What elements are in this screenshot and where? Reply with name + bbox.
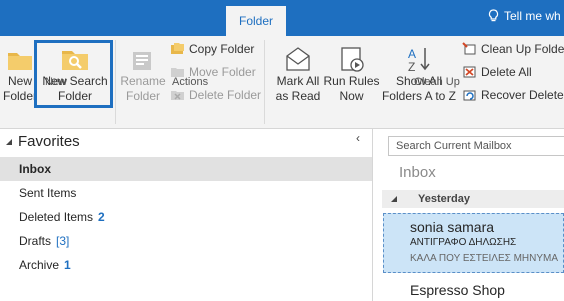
svg-text:A: A: [408, 47, 416, 61]
run-rules-label-1: Run Rules: [323, 74, 380, 88]
collapse-pane-icon[interactable]: ‹: [356, 131, 360, 145]
rename-folder-label-2: Folder: [125, 89, 160, 103]
envelope-open-icon: [286, 47, 310, 71]
copy-folder-button[interactable]: Copy Folder: [170, 42, 254, 56]
message-subject: ΑΝΤΙΓΡΑΦΟ ΔΗΛΩΣΗΣ: [410, 237, 517, 248]
copy-folder-label: Copy Folder: [189, 42, 255, 56]
folder-item-inbox[interactable]: Inbox: [0, 157, 372, 181]
folder-item-sent-items[interactable]: Sent Items: [0, 181, 372, 205]
highlight-box: [34, 40, 113, 108]
copy-folder-icon: [171, 43, 184, 54]
show-all-folders-a-to-z-button[interactable]: AZ Show All Folders A to Z: [380, 44, 458, 104]
date-group-label: Yesterday: [418, 193, 470, 205]
message-preview: ΚΑΛΑ ΠΟΥ ΕΣΤΕΙΛΕΣ ΜΗΝΥΜΑ: [410, 253, 559, 264]
folder-item-deleted-items[interactable]: Deleted Items 2: [0, 205, 372, 229]
run-rules-icon: [340, 47, 364, 72]
new-folder-button[interactable]: New Folder: [3, 44, 37, 104]
clean-up-folder-label: Clean Up Folder: [481, 42, 564, 56]
folder-label: Deleted Items: [19, 210, 94, 224]
message-sender[interactable]: Espresso Shop: [410, 282, 505, 298]
delete-all-button[interactable]: Delete All: [462, 65, 532, 79]
delete-folder-label: Delete Folder: [189, 88, 262, 102]
pane-divider[interactable]: [372, 129, 373, 301]
collapse-triangle-icon: [6, 138, 12, 145]
clean-up-icon: [462, 42, 476, 55]
delete-folder-button[interactable]: Delete Folder: [170, 88, 261, 102]
date-group-header[interactable]: Yesterday: [382, 190, 564, 208]
mark-all-as-read-button[interactable]: Mark All as Read: [273, 44, 323, 104]
group-separator: [115, 40, 116, 124]
folder-item-archive[interactable]: Archive 1: [0, 253, 372, 277]
group-label-actions: Actions: [172, 76, 209, 88]
tell-me-box[interactable]: Tell me wh: [488, 9, 561, 23]
delete-all-label: Delete All: [481, 65, 532, 79]
favorites-header[interactable]: Favorites: [4, 133, 80, 150]
mark-all-label-2: as Read: [275, 89, 321, 103]
rename-folder-button[interactable]: Rename Folder: [119, 44, 167, 104]
folder-label: Sent Items: [19, 186, 77, 200]
new-folder-label-1: New: [7, 74, 32, 88]
recover-icon: [463, 90, 476, 101]
draft-count: [3]: [56, 234, 70, 248]
folder-label: Inbox: [19, 162, 51, 176]
recover-deleted-button[interactable]: Recover Deleted: [462, 88, 564, 102]
rename-folder-icon: [133, 52, 151, 70]
tell-me-text: Tell me wh: [504, 9, 561, 23]
favorites-label: Favorites: [18, 133, 80, 150]
group-collapse-icon: [391, 196, 397, 202]
group-label-cleanup: Clean Up: [414, 76, 460, 88]
recover-deleted-label: Recover Deleted: [481, 88, 564, 102]
unread-count: 2: [98, 210, 105, 224]
folder-item-drafts[interactable]: Drafts [3]: [0, 229, 372, 253]
clean-up-folder-button[interactable]: Clean Up Folder: [462, 42, 564, 56]
new-folder-label-2: Folder: [3, 89, 38, 103]
message-sender: sonia samara: [410, 219, 495, 235]
mark-all-label-1: Mark All: [276, 74, 320, 88]
unread-count: 1: [64, 258, 71, 272]
show-all-label-2: Folders A to Z: [381, 89, 457, 103]
lightbulb-icon: [488, 9, 499, 22]
run-rules-now-button[interactable]: Run Rules Now: [323, 44, 380, 104]
tab-folder[interactable]: Folder: [226, 6, 286, 36]
svg-text:Z: Z: [408, 60, 415, 74]
group-separator: [264, 40, 265, 124]
message-list-title: Inbox: [399, 164, 436, 181]
run-rules-label-2: Now: [339, 89, 364, 103]
delete-folder-icon: [171, 91, 184, 100]
folder-label: Archive: [19, 258, 60, 272]
group-label-new: New: [45, 76, 68, 88]
sort-az-icon: AZ: [408, 47, 430, 74]
rename-folder-label-1: Rename: [120, 74, 166, 88]
folder-label: Drafts: [19, 234, 52, 248]
search-input[interactable]: Search Current Mailbox: [388, 136, 564, 156]
delete-all-icon: [463, 66, 476, 78]
new-folder-icon: [8, 53, 32, 70]
